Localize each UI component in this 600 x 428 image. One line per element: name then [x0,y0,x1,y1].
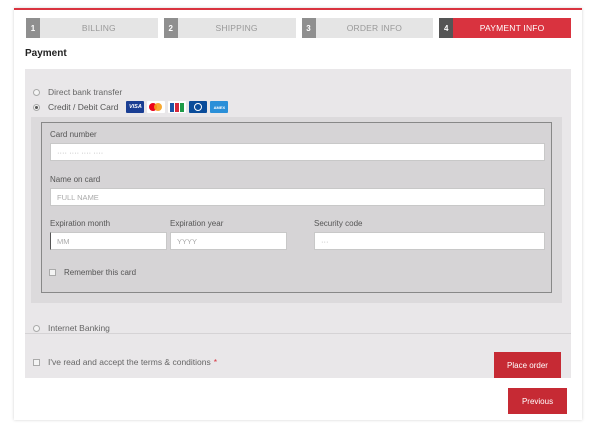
step-billing[interactable]: 1 BILLING [26,18,158,38]
step-number: 1 [26,18,40,38]
amex-icon: AMEX [210,101,229,113]
card-number-label: Card number [50,130,97,139]
credit-card-radio[interactable] [33,103,40,111]
terms-label: I've read and accept the terms & conditi… [48,357,211,367]
card-logos: VISA AMEX [126,101,229,113]
checkout-container: 1 BILLING 2 SHIPPING 3 ORDER INFO 4 PAYM… [14,8,582,420]
method-label: Internet Banking [48,323,110,333]
expiration-year-label: Expiration year [170,219,224,228]
payment-methods-panel: Direct bank transfer Credit / Debit Card… [25,69,571,378]
required-mark: * [213,357,218,367]
step-number: 4 [439,18,454,38]
step-label: ORDER INFO [346,23,403,33]
step-payment-info[interactable]: 4 PAYMENT INFO [439,18,571,38]
internet-banking-radio[interactable] [33,324,40,332]
card-details-panel: Card number ···· ···· ···· ···· Name on … [31,117,562,303]
expiration-month-input[interactable]: MM [50,232,167,250]
bank-transfer-radio[interactable] [33,88,40,96]
diners-club-icon [189,101,208,113]
step-number: 2 [163,18,178,38]
step-number: 3 [301,18,316,38]
page-title: Payment [25,48,67,59]
step-shipping[interactable]: 2 SHIPPING [163,18,296,38]
checkout-steps: 1 BILLING 2 SHIPPING 3 ORDER INFO 4 PAYM… [26,18,571,38]
method-bank-transfer[interactable]: Direct bank transfer [33,87,122,97]
remember-card-label: Remember this card [64,268,137,277]
method-label: Credit / Debit Card [48,102,119,112]
step-label: PAYMENT INFO [479,23,545,33]
jcb-icon [168,101,187,113]
method-credit-card[interactable]: Credit / Debit Card VISA AMEX [33,101,229,113]
step-label: SHIPPING [215,23,258,33]
terms-option[interactable]: I've read and accept the terms & conditi… [33,357,217,367]
name-on-card-label: Name on card [50,175,101,184]
security-code-label: Security code [314,219,363,228]
method-label: Direct bank transfer [48,87,123,97]
divider [25,333,571,334]
step-label: BILLING [81,23,116,33]
visa-icon: VISA [126,101,145,113]
expiration-year-input[interactable]: YYYY [170,232,287,250]
mastercard-icon [147,101,166,113]
place-order-button[interactable]: Place order [494,352,561,378]
previous-button[interactable]: Previous [508,388,567,414]
remember-card-option[interactable]: Remember this card [49,268,136,277]
step-order-info[interactable]: 3 ORDER INFO [301,18,434,38]
card-form: Card number ···· ···· ···· ···· Name on … [41,122,552,293]
method-internet-banking[interactable]: Internet Banking [33,323,110,333]
terms-checkbox[interactable] [33,358,40,366]
expiration-month-label: Expiration month [50,219,111,228]
name-on-card-input[interactable]: FULL NAME [50,188,545,206]
security-code-input[interactable]: ··· [314,232,545,250]
card-number-input[interactable]: ···· ···· ···· ···· [50,143,545,161]
remember-card-checkbox[interactable] [49,269,56,276]
